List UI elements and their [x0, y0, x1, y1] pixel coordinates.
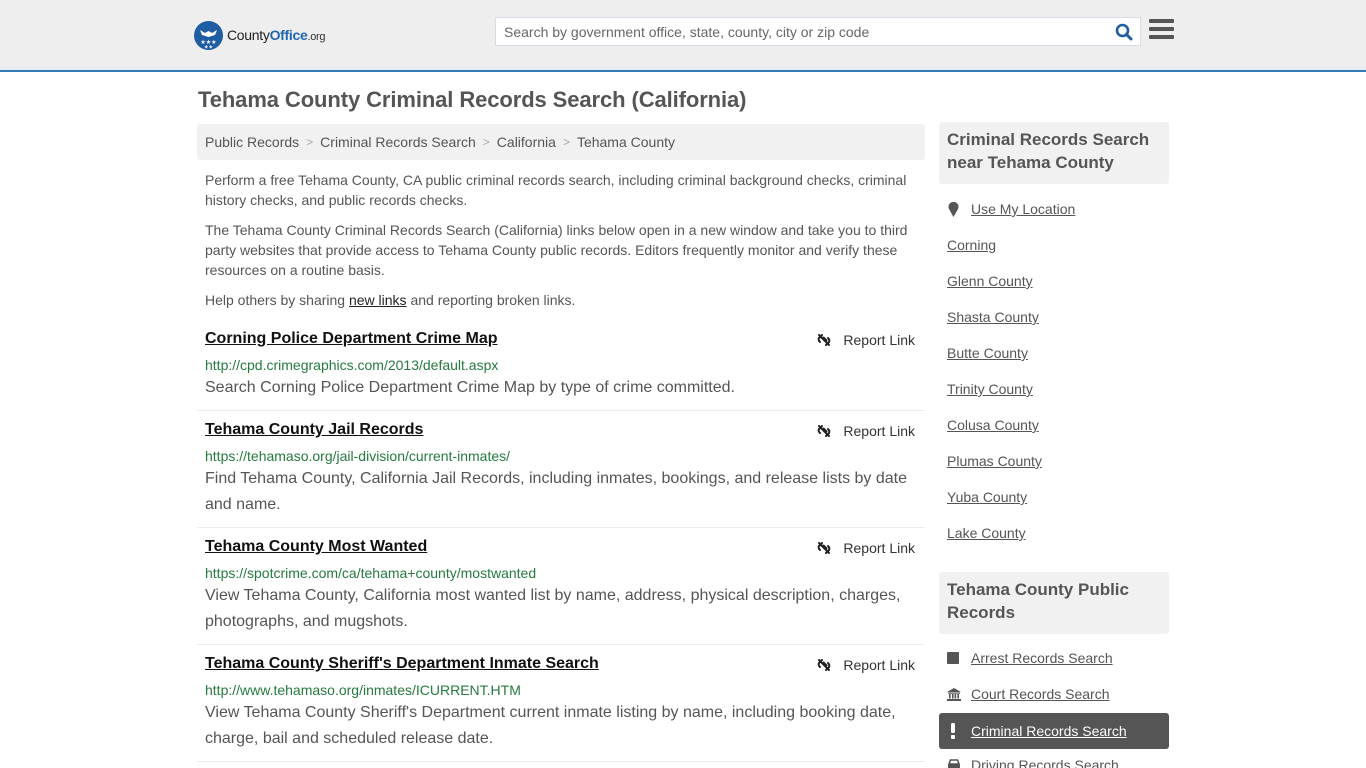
report-link-button[interactable]: Report Link [816, 540, 915, 556]
use-my-location-link[interactable]: Use My Location [971, 201, 1075, 217]
report-link-label: Report Link [843, 540, 915, 556]
car-icon [947, 759, 961, 768]
nearby-link-butte-county[interactable]: Butte County [947, 345, 1028, 361]
logo-text: CountyOffice.org [227, 27, 326, 43]
breadcrumb: Public Records > Criminal Records Search… [197, 124, 925, 160]
report-link-label: Report Link [843, 657, 915, 673]
header-accent-line [0, 70, 1366, 72]
result-url: http://www.tehamaso.org/inmates/ICURRENT… [205, 682, 521, 698]
nearby-link-trinity-county[interactable]: Trinity County [947, 381, 1033, 397]
public-records-heading: Tehama County Public Records [939, 572, 1169, 634]
court-records-search-link[interactable]: Court Records Search [971, 686, 1110, 702]
nearby-heading: Criminal Records Search near Tehama Coun… [939, 122, 1169, 184]
driving-records-search-link[interactable]: Driving Records Search [971, 757, 1119, 768]
breadcrumb-separator: > [562, 135, 570, 149]
breadcrumb-separator: > [306, 135, 314, 149]
breadcrumb-public-records[interactable]: Public Records [205, 134, 299, 150]
nearby-link-lake-county[interactable]: Lake County [947, 525, 1026, 541]
share-text-end: and reporting broken links. [406, 292, 576, 308]
result-title-link[interactable]: Tehama County Most Wanted [205, 538, 427, 556]
broken-link-icon [818, 334, 831, 346]
disclaimer-paragraph: The Tehama County Criminal Records Searc… [205, 222, 908, 278]
arrest-records-search-link[interactable]: Arrest Records Search [971, 650, 1113, 666]
result-title-link[interactable]: Tehama County Jail Records [205, 421, 423, 439]
report-link-label: Report Link [843, 423, 915, 439]
site-logo[interactable]: ★★★ ★★ CountyOffice.org [194, 20, 326, 50]
nearby-link-colusa-county[interactable]: Colusa County [947, 417, 1039, 433]
breadcrumb-criminal-records-search[interactable]: Criminal Records Search [320, 134, 476, 150]
site-search [495, 17, 1141, 46]
square-icon [947, 652, 959, 664]
menu-bar [1149, 35, 1174, 39]
map-pin-icon [947, 201, 959, 217]
svg-text:★★: ★★ [204, 44, 213, 50]
report-link-button[interactable]: Report Link [816, 657, 915, 673]
result-url: https://tehamaso.org/jail-division/curre… [205, 448, 511, 464]
broken-link-icon [818, 425, 831, 437]
menu-bar [1149, 19, 1174, 23]
public-records-item: Driving Records Search [947, 757, 1119, 768]
report-link-label: Report Link [843, 332, 915, 348]
menu-bar [1149, 27, 1174, 31]
nearby-link-shasta-county[interactable]: Shasta County [947, 309, 1039, 325]
share-text: Help others by sharing [205, 292, 349, 308]
broken-link-icon [818, 659, 831, 671]
page-title: Tehama County Criminal Records Search (C… [198, 87, 747, 112]
result-item: Tehama County Most Wanted Report Link ht… [197, 538, 925, 645]
nearby-link-glenn-county[interactable]: Glenn County [947, 273, 1033, 289]
share-paragraph: Help others by sharing new links and rep… [205, 290, 920, 310]
courthouse-icon [947, 687, 961, 701]
public-records-item: Court Records Search [947, 686, 1110, 702]
result-title-link[interactable]: Corning Police Department Crime Map [205, 330, 498, 348]
result-url: http://cpd.crimegraphics.com/2013/defaul… [205, 357, 499, 373]
search-input[interactable] [496, 18, 1108, 45]
breadcrumb-tehama-county[interactable]: Tehama County [577, 134, 675, 150]
result-description: View Tehama County Sheriff's Department … [205, 704, 896, 747]
result-url: https://spotcrime.com/ca/tehama+county/m… [205, 565, 537, 581]
result-title-link[interactable]: Tehama County Sheriff's Department Inmat… [205, 655, 599, 673]
intro-paragraph: Perform a free Tehama County, CA public … [205, 172, 907, 208]
search-icon [1115, 23, 1133, 40]
nearby-link-yuba-county[interactable]: Yuba County [947, 489, 1027, 505]
nearby-link-corning[interactable]: Corning [947, 237, 996, 253]
eagle-stars-logo-icon: ★★★ ★★ [194, 20, 223, 50]
use-location-row: Use My Location [947, 201, 1075, 217]
report-link-button[interactable]: Report Link [816, 423, 915, 439]
result-description: View Tehama County, California most want… [205, 587, 901, 630]
public-records-item-active: Criminal Records Search [939, 713, 1169, 749]
nearby-link-plumas-county[interactable]: Plumas County [947, 453, 1042, 469]
public-records-item: Arrest Records Search [947, 650, 1113, 666]
breadcrumb-separator: > [482, 135, 490, 149]
report-link-button[interactable]: Report Link [816, 332, 915, 348]
criminal-records-search-link[interactable]: Criminal Records Search [971, 723, 1127, 739]
exclamation-icon [947, 723, 959, 739]
result-item: Corning Police Department Crime Map Repo… [197, 330, 925, 411]
hamburger-menu-button[interactable] [1149, 19, 1175, 43]
result-item: Tehama County Jail Records Report Link h… [197, 421, 925, 528]
breadcrumb-california[interactable]: California [497, 134, 556, 150]
search-button[interactable] [1108, 18, 1140, 45]
result-description: Find Tehama County, California Jail Reco… [205, 470, 907, 513]
new-links-link[interactable]: new links [349, 292, 407, 308]
result-description: Search Corning Police Department Crime M… [205, 379, 735, 396]
site-header: ★★★ ★★ CountyOffice.org [0, 0, 1366, 70]
result-item: Tehama County Sheriff's Department Inmat… [197, 655, 925, 762]
broken-link-icon [818, 542, 831, 554]
